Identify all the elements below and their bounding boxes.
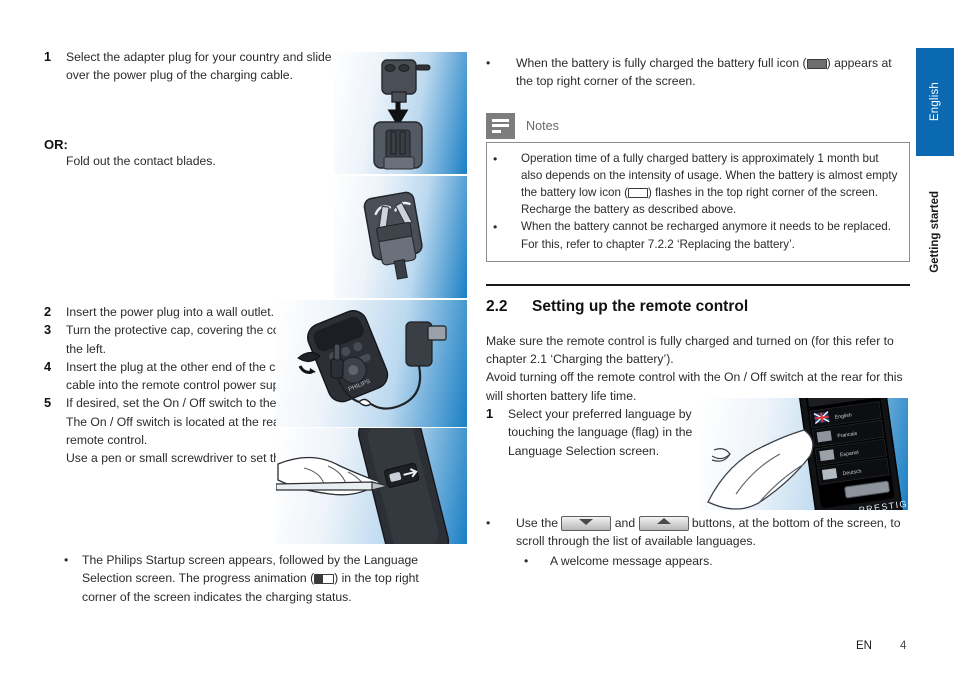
figure-remote-charging-cable: PHILIPS [276, 300, 467, 427]
adapter-plug-slide-illustration [373, 59, 431, 170]
adapter-contact-blades-illustration [363, 191, 423, 280]
footer-language-code: EN [856, 640, 872, 652]
step-number: 2 [44, 304, 52, 319]
right-step-1: 1 Select your preferred language by touc… [486, 405, 712, 460]
step-text: Select your preferred language by touchi… [508, 407, 693, 458]
step-number: 1 [486, 406, 494, 421]
bullet-dot: • [524, 553, 529, 568]
battery-full-icon [806, 59, 827, 69]
notes-icon [486, 112, 515, 139]
scroll-up-button-icon[interactable] [638, 516, 689, 531]
scroll-down-button-icon[interactable] [561, 516, 612, 531]
notes-header: Notes [486, 112, 910, 139]
notes-box: • Operation time of a fully charged batt… [486, 141, 910, 262]
onoff-switch-pen-illustration [276, 428, 450, 544]
side-tab-language: English [916, 48, 954, 156]
bullet-text-part2: and [611, 516, 639, 530]
right-bullet-welcome: • A welcome message appears. [524, 552, 910, 570]
or-text: Fold out the contact blades. [66, 153, 216, 168]
step-number: 3 [44, 322, 52, 338]
notes-bar [492, 129, 501, 133]
left-step-1: 1 Select the adapter plug for your count… [44, 48, 344, 85]
or-label: OR: [44, 136, 68, 152]
side-tab: English Getting started [916, 48, 954, 302]
document-page: 1 Select the adapter plug for your count… [0, 0, 954, 675]
bullet-dot: • [493, 151, 498, 166]
bullet-dot: • [493, 220, 498, 235]
bullet-text: When the battery is fully charged the ba… [516, 54, 910, 91]
bullet-dot: • [486, 56, 491, 70]
step-number: 5 [44, 395, 52, 411]
notes-bar [492, 118, 509, 122]
notes-item-1: • Operation time of a fully charged batt… [493, 150, 899, 219]
section-number: 2.2 [486, 297, 508, 315]
bullet-dot: • [486, 516, 491, 530]
side-tab-section-label: Getting started [929, 191, 941, 273]
footer-page-number: 4 [900, 640, 907, 652]
bullet-text-part1: When the battery is fully charged the ba… [516, 56, 807, 70]
section-title: Setting up the remote control [532, 297, 749, 315]
side-tab-language-label: English [929, 82, 941, 122]
intro-paragraph-1: Make sure the remote control is fully ch… [486, 333, 894, 367]
notes-item-text: Operation time of a fully charged batter… [521, 150, 899, 219]
section-divider [486, 283, 910, 286]
bullet-text: A welcome message appears. [550, 553, 713, 568]
bullet-dot: • [64, 553, 69, 567]
step-text: Select the adapter plug for your country… [66, 50, 342, 83]
figure-onoff-switch-pen [276, 428, 467, 544]
bullet-text: Use the and buttons, at the bottom of th… [516, 514, 910, 551]
notes-bar [492, 124, 509, 128]
left-column: 1 Select the adapter plug for your count… [44, 48, 344, 170]
right-bullet-scroll: • Use the and buttons, at the bottom of … [486, 514, 910, 570]
step-number: 1 [44, 49, 52, 64]
section-heading: 2.2 Setting up the remote control [486, 298, 910, 316]
right-bullet-battery-full: • When the battery is fully charged the … [486, 54, 910, 91]
figure-contact-blades [334, 176, 467, 298]
figure-adapter-plug-slide [334, 52, 467, 174]
bullet-text: The Philips Startup screen appears, foll… [82, 551, 446, 606]
step-number: 4 [44, 358, 52, 374]
intro-paragraph-2: Avoid turning off the remote control wit… [486, 370, 903, 403]
notes-item-2: • When the battery cannot be recharged a… [493, 218, 899, 252]
left-bullet-startup: • The Philips Startup screen appears, fo… [64, 551, 446, 606]
side-tab-section: Getting started [916, 162, 954, 302]
right-column: • When the battery is fully charged the … [486, 54, 910, 460]
bullet-text-part1: Use the [516, 516, 562, 530]
battery-progress-icon [314, 574, 335, 585]
notes-item-text: When the battery cannot be recharged any… [521, 220, 891, 251]
remote-charging-cable-illustration: PHILIPS [297, 310, 447, 410]
notes-title: Notes [526, 118, 559, 133]
battery-low-icon [627, 188, 648, 198]
